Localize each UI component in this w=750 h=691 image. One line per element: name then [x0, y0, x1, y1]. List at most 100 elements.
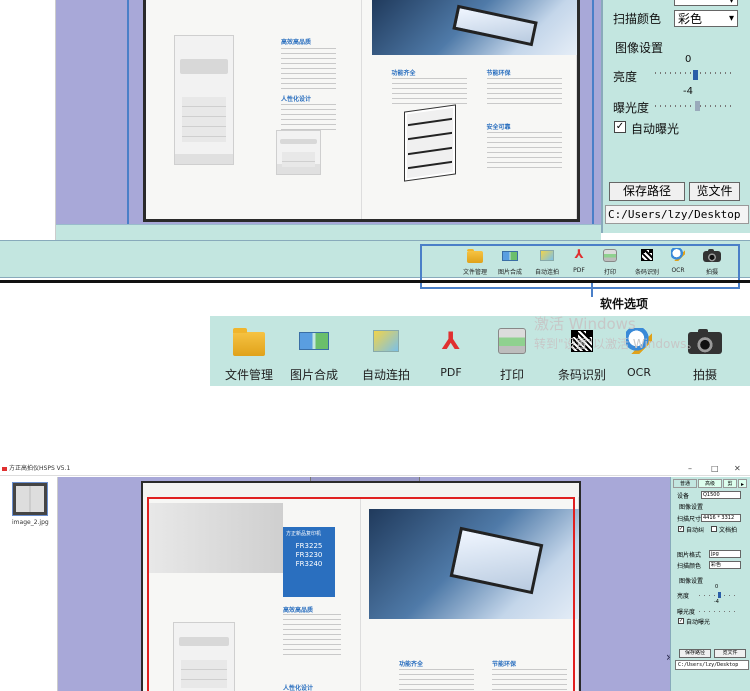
brightness-value: 0 — [715, 584, 719, 590]
small-toolbar: 文件管理 图片合成 自动连拍 ⅄ PDF 打印 条码识别 OCR 拍摄 — [455, 248, 735, 278]
image-settings-label: 图像设置 — [679, 504, 704, 511]
toolbar-label: 条码识别 — [635, 269, 660, 276]
device-label: 设备 — [677, 493, 690, 500]
image-merge-button[interactable]: 图片合成 — [290, 328, 338, 383]
image-settings-label: 图像设置 — [615, 41, 664, 55]
exposure-value: -4 — [714, 599, 719, 605]
pdf-icon: ⅄ — [574, 247, 584, 261]
window-title: 方正高拍仪HSPS V5.1 — [9, 465, 71, 472]
thumbnail-pane — [0, 0, 56, 240]
toolbar-label: 拍摄 — [705, 269, 718, 276]
brightness-slider-thumb[interactable] — [693, 70, 698, 80]
exposure-slider-thumb[interactable] — [695, 101, 700, 111]
preview-bottom-strip — [56, 224, 601, 240]
tab-advanced[interactable]: 高级 — [698, 479, 722, 488]
exposure-slider[interactable] — [655, 105, 733, 107]
settings-panel-top: 扫描颜色 彩色 图像设置 0 亮度 -4 曝光度 ✓ 自动曝光 保存路径 览文件… — [601, 0, 750, 233]
merge-icon — [502, 251, 518, 261]
heading-humanized: 人性化设计 — [281, 96, 312, 103]
close-icon[interactable]: ✕ — [734, 462, 741, 476]
text-block — [281, 48, 336, 90]
save-path-field[interactable]: C:/Users/lzy/Desktop — [675, 660, 749, 670]
save-path-button[interactable]: 保存路径 — [679, 649, 711, 658]
heading-safety: 安全可靠 — [486, 124, 511, 131]
print-button[interactable]: 打印 — [498, 328, 526, 383]
image-merge-button-small[interactable]: 图片合成 — [498, 248, 522, 276]
resolution-select[interactable]: 4416 * 3312 — [701, 514, 741, 522]
exposure-value: -4 — [683, 86, 693, 97]
activation-watermark-title: 激活 Windows — [534, 315, 636, 333]
image-format-select[interactable]: jpg — [709, 550, 741, 558]
tab-crop[interactable]: 剪 — [723, 479, 737, 488]
merge-icon — [299, 332, 329, 350]
pdf-icon: ⅄ — [441, 327, 461, 355]
exposure-slider[interactable] — [699, 611, 739, 612]
barcode-button-small[interactable]: 条码识别 — [635, 248, 659, 276]
brightness-slider-thumb[interactable] — [718, 592, 721, 598]
doc-fill-label: 文档拍 — [719, 527, 738, 534]
resolution-label: 扫描尺寸 — [677, 516, 702, 523]
pdf-button-small[interactable]: ⅄ PDF — [572, 247, 586, 275]
scan-color-label: 扫描颜色 — [613, 12, 662, 26]
auto-exposure-label: 自动曝光 — [686, 619, 711, 626]
toolbar-label: 打印 — [499, 368, 524, 382]
doc-right-page: 功能齐全 节能环保 安全可靠 — [361, 0, 577, 219]
section-divider — [0, 280, 750, 283]
minimize-icon[interactable]: – — [688, 462, 692, 476]
toolbar-label: 拍摄 — [692, 368, 717, 382]
printer-icon — [498, 328, 526, 354]
auto-crop-label: 自动纠 — [686, 527, 705, 534]
ocr-button-small[interactable]: OCR — [671, 248, 685, 274]
browse-files-button[interactable]: 览文件 — [689, 182, 740, 201]
camera-icon — [703, 249, 721, 262]
scan-color-select[interactable]: 彩色 — [709, 561, 741, 569]
thumbnail-label: image_2.jpg — [12, 519, 49, 526]
text-block — [281, 104, 336, 134]
toolbar-label: OCR — [671, 267, 685, 274]
thumbnail-image[interactable] — [12, 482, 48, 516]
print-button-small[interactable]: 打印 — [603, 248, 617, 276]
toolbar-label: 图片合成 — [498, 269, 523, 276]
crop-boundary[interactable] — [147, 497, 575, 691]
auto-exposure-checkbox[interactable]: ✓ — [678, 618, 684, 624]
scan-color-select[interactable]: 彩色 — [674, 10, 738, 27]
maximize-icon[interactable]: □ — [711, 462, 719, 476]
brightness-label: 亮度 — [677, 593, 690, 600]
scan-color-select-top-prev[interactable] — [674, 0, 738, 9]
auto-shoot-button[interactable]: 自动连拍 — [362, 328, 410, 383]
tab-scroll-arrow-icon[interactable]: ▸ — [738, 479, 747, 488]
qr-code-icon — [641, 249, 653, 261]
callout-line — [591, 283, 593, 297]
capture-button-small[interactable]: 拍摄 — [703, 248, 721, 276]
top-screenshot: 高效高品质 人性化设计 功能齐全 节能环保 安全可靠 扫描颜色 彩色 图像设置 … — [0, 0, 750, 289]
toolbar-label: PDF — [440, 366, 462, 379]
file-manage-button[interactable]: 文件管理 — [225, 327, 274, 383]
save-path-field[interactable]: C:/Users/lzy/Desktop — [605, 205, 749, 224]
save-path-button[interactable]: 保存路径 — [609, 182, 685, 201]
callout-label: 软件选项 — [600, 297, 649, 311]
device-select[interactable]: Q1500 — [701, 491, 741, 499]
heading-efficient: 高效高品质 — [281, 39, 312, 46]
auto-crop-checkbox[interactable]: ✓ — [678, 526, 684, 532]
toolbar-label: PDF — [573, 267, 585, 274]
text-block — [486, 132, 562, 170]
brightness-value: 0 — [685, 54, 692, 65]
tab-normal[interactable]: 普通 — [673, 479, 697, 488]
file-manage-button-small[interactable]: 文件管理 — [463, 248, 487, 276]
browse-files-button[interactable]: 览文件 — [714, 649, 746, 658]
window-titlebar[interactable]: 方正高拍仪HSPS V5.1 – □ ✕ — [0, 462, 750, 476]
toolbar-label: 图片合成 — [290, 368, 339, 382]
auto-exposure-checkbox[interactable]: ✓ — [614, 121, 626, 133]
pdf-button[interactable]: ⅄ PDF — [438, 328, 464, 379]
toolbar-label: 自动连拍 — [362, 368, 411, 382]
auto-shoot-button-small[interactable]: 自动连拍 — [535, 248, 559, 276]
image-settings2-label: 图像设置 — [679, 578, 704, 585]
doc-fill-checkbox[interactable] — [711, 526, 717, 532]
tablet-photo — [371, 0, 577, 55]
toolbar-label: OCR — [627, 366, 651, 379]
brightness-label: 亮度 — [613, 70, 638, 84]
toolbar-label: 文件管理 — [225, 368, 274, 382]
doc-left-page: 高效高品质 人性化设计 — [146, 0, 362, 219]
document-preview-bottom: 方正新品复印机 FR3225 FR3230 FR3240 高效高品质 人性化设计… — [141, 481, 581, 691]
image-format-label: 图片格式 — [677, 552, 702, 559]
